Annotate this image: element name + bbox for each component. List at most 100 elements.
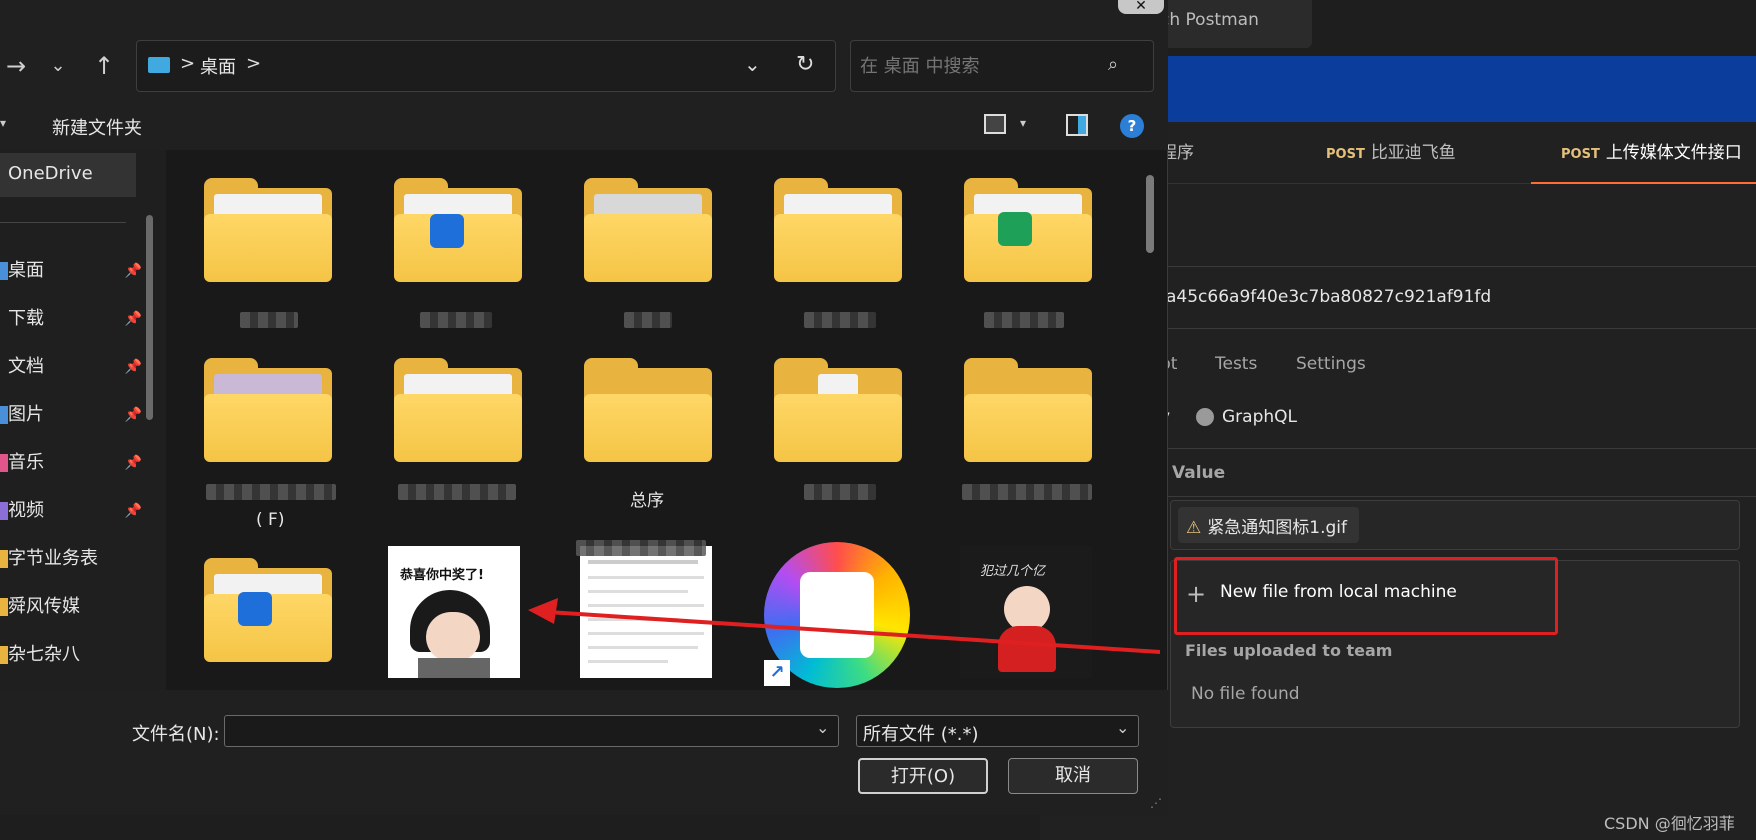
address-bar[interactable] [136,40,836,92]
sidebar-item-label: 舜风传媒 [8,596,80,617]
blurred-filename [804,484,876,500]
value-column-header: Value [1172,463,1226,483]
sidebar-item-folder[interactable]: 字节业务表 [0,539,150,579]
folder-item[interactable] [584,178,712,282]
folder-item[interactable] [774,178,902,282]
view-options-icon[interactable] [984,114,1006,134]
meme-body [418,658,490,678]
new-folder-button[interactable]: 新建文件夹 [52,114,142,140]
sidebar-item-label: 下载 [8,308,44,329]
sidebar-item-folder[interactable]: 杂七杂八 [0,635,150,675]
pin-icon: 📌 [124,311,142,327]
graphql-label: GraphQL [1222,407,1297,427]
file-list-scrollbar[interactable] [1146,175,1154,253]
blurred-filename [206,484,336,500]
blurred-filename [240,312,298,328]
sidebar-item-downloads[interactable]: 下载 📌 [0,299,150,339]
files-uploaded-header: Files uploaded to team [1185,641,1393,660]
sidebar-item-videos[interactable]: 视频 📌 [0,491,150,531]
sidebar-item-desktop[interactable]: 桌面 📌 [0,251,150,291]
pin-icon: 📌 [124,359,142,375]
request-tab-label: 比亚迪飞鱼 [1370,143,1456,163]
address-dropdown-icon[interactable]: ⌄ [744,52,761,76]
file-chip-label: 紧急通知图标1.gif [1207,518,1347,538]
request-tab-label: 上传媒体文件接口 [1605,143,1742,163]
folder-item[interactable] [204,358,332,462]
warning-icon: ⚠ [1186,518,1202,538]
folder-item[interactable] [964,178,1092,282]
music-icon [0,454,8,472]
filetype-select[interactable]: 所有文件 (*.*) [856,715,1139,747]
no-file-found: No file found [1191,684,1300,704]
image-text: 犯过几个亿 [980,564,1046,579]
file-label: ( F) [256,510,285,530]
sidebar-item-label: 音乐 [8,452,44,473]
sidebar-item-folder[interactable]: 舜风传媒 [0,587,150,627]
file-chip[interactable]: ⚠ 紧急通知图标1.gif [1178,507,1359,543]
sidebar-item-label: 杂七杂八 [8,644,80,665]
forward-arrow-icon[interactable]: → [0,48,32,84]
blurred-filename [420,312,492,328]
pin-icon: 📌 [124,263,142,279]
graphql-radio[interactable]: GraphQL [1196,407,1297,427]
request-tab-2[interactable]: POST 比亚迪飞鱼 [1326,122,1456,184]
document-app-icon [238,592,272,626]
folder-icon [0,598,8,616]
desktop-icon [148,57,170,73]
dialog-footer [0,690,1168,815]
help-icon[interactable]: ? [1120,114,1144,138]
view-dropdown-icon[interactable]: ▾ [1020,116,1026,130]
open-button[interactable]: 打开(O) [858,758,988,794]
folder-item[interactable] [394,358,522,462]
preview-pane-icon[interactable] [1066,114,1088,136]
up-arrow-icon[interactable]: ↑ [88,48,120,84]
folder-icon [0,646,8,664]
folder-item[interactable] [774,358,902,462]
folder-icon [0,550,8,568]
sidebar-item-documents[interactable]: 文档 📌 [0,347,150,387]
breadcrumb-desktop[interactable]: 桌面 [200,53,236,79]
watermark: CSDN @徊忆羽菲 [1604,814,1735,833]
folder-item[interactable] [394,178,522,282]
sidebar-item-label: 字节业务表 [8,548,98,569]
recent-dropdown-icon[interactable]: ⌄ [42,48,74,84]
blurred-filename [576,540,706,556]
sidebar-item-label: 视频 [8,500,44,521]
subtab-settings[interactable]: Settings [1296,354,1366,374]
picture-icon [0,406,8,424]
blurred-filename [984,312,1064,328]
filetype-dropdown-icon[interactable]: ⌄ [1116,718,1129,737]
request-tab-active[interactable]: POST 上传媒体文件接口 [1531,122,1756,184]
meme-face [426,612,480,662]
image-file-congrats[interactable]: 恭喜你中奖了! [388,546,520,678]
filetype-value: 所有文件 (*.*) [863,724,979,745]
folder-item[interactable] [204,558,332,662]
folder-icon [0,262,8,280]
blurred-filename [398,484,516,500]
folder-item[interactable] [584,358,712,462]
highlight-box [1174,557,1558,635]
resize-grip-icon[interactable]: ⋰ [1150,796,1162,810]
folder-item[interactable] [964,358,1092,462]
filename-label: 文件名(N): [132,724,220,745]
sidebar-item-pictures[interactable]: 图片 📌 [0,395,150,435]
folder-item[interactable] [204,178,332,282]
subtab-tests[interactable]: Tests [1215,354,1257,374]
sidebar-item-music[interactable]: 音乐 📌 [0,443,150,483]
sidebar-item-onedrive[interactable]: OneDrive [0,153,136,197]
close-icon[interactable]: ✕ [1118,0,1164,14]
filename-input[interactable] [224,715,839,747]
search-input[interactable] [858,52,1098,80]
method-badge: POST [1326,147,1365,162]
annotation-arrow [528,598,1161,654]
search-icon: ⌕ [1108,54,1119,75]
blurred-filename [804,312,876,328]
organize-dropdown-icon[interactable]: ▾ [0,116,6,130]
spreadsheet-app-icon [998,212,1032,246]
download-icon [0,310,8,328]
pin-icon: 📌 [124,407,142,423]
filename-dropdown-icon[interactable]: ⌄ [816,718,829,737]
sidebar-item-label: 文档 [8,356,44,377]
cancel-button[interactable]: 取消 [1008,758,1138,794]
refresh-icon[interactable]: ↻ [796,52,814,77]
